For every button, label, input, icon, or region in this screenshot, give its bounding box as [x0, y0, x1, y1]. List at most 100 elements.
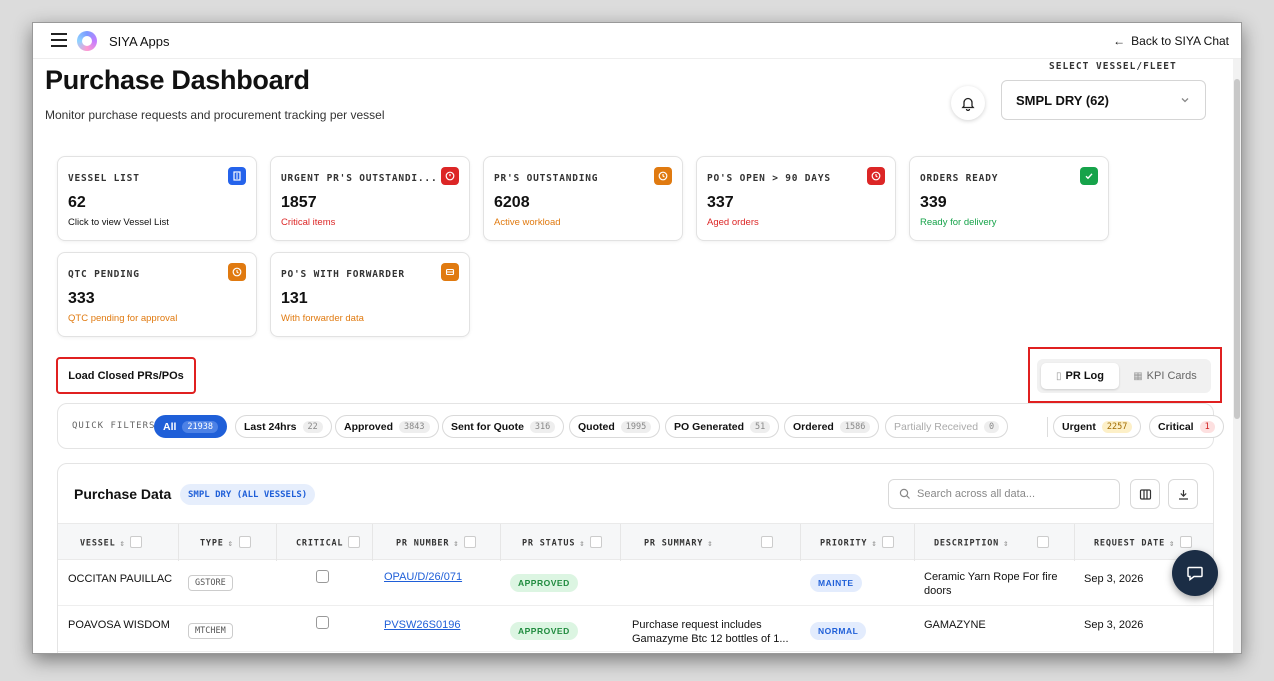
filter-chip-quoted[interactable]: Quoted 1995: [569, 415, 661, 438]
summary-line: Purchase request includes: [632, 619, 762, 631]
filter-chip-partially-received[interactable]: Partially Received 0: [885, 415, 1009, 438]
filter-chip-sent-for-quote[interactable]: Sent for Quote 316: [442, 415, 565, 438]
kpi-value: 131: [281, 290, 308, 307]
kpi-title: PR'S OUTSTANDING: [494, 173, 599, 184]
table-row[interactable]: POAVOSA WISDOM MTCHEM PVSW26S0196 APPROV…: [58, 606, 1213, 652]
chip-count: 1995: [620, 420, 652, 433]
kpi-value: 6208: [494, 194, 530, 211]
priority-badge: MAINTE: [810, 574, 862, 592]
column-menu-icon[interactable]: [882, 536, 895, 548]
filter-icon[interactable]: [1179, 536, 1192, 548]
download-icon: [1178, 489, 1188, 500]
pr-number-link[interactable]: OPAU/D/26/071: [384, 570, 462, 584]
kpi-title: QTC PENDING: [68, 269, 140, 280]
top-bar: SIYA Apps ← Back to SIYA Chat: [33, 23, 1241, 59]
kpi-sub: With forwarder data: [281, 313, 364, 324]
pr-number-link[interactable]: PVSW26S0196: [384, 618, 460, 632]
sort-icon: ⇕: [707, 538, 714, 549]
critical-checkbox[interactable]: [316, 616, 329, 629]
filter-icon[interactable]: [464, 536, 477, 548]
sort-icon: ⇕: [453, 538, 460, 549]
filter-chip-approved[interactable]: Approved 3843: [335, 415, 439, 438]
pr-log-tab[interactable]: ▯ PR Log: [1041, 363, 1119, 389]
alert-circle-icon: [867, 167, 885, 185]
siya-logo-icon: [77, 31, 97, 51]
col-request-date[interactable]: REQUEST DATE ⇕: [1094, 536, 1192, 549]
chip-label: Critical: [1158, 420, 1194, 433]
kpi-sub: Click to view Vessel List: [68, 217, 169, 228]
chip-label: Last 24hrs: [244, 420, 297, 433]
kpi-cards-label: KPI Cards: [1146, 370, 1197, 382]
filter-chip-urgent[interactable]: Urgent 2257: [1053, 415, 1142, 438]
scrollbar-thumb[interactable]: [1234, 79, 1240, 419]
kpi-title: URGENT PR'S OUTSTANDI...: [281, 173, 438, 184]
filter-chip-po-generated[interactable]: PO Generated 51: [665, 415, 780, 438]
status-badge: APPROVED: [510, 622, 578, 640]
columns-toggle-button[interactable]: [1130, 479, 1160, 509]
col-pr-summary[interactable]: PR SUMMARY ⇕: [644, 536, 774, 549]
kpi-card-urgent-prs[interactable]: URGENT PR'S OUTSTANDI... 1857 Critical i…: [270, 156, 470, 241]
kpi-card-orders-ready[interactable]: ORDERS READY 339 Ready for delivery: [909, 156, 1109, 241]
col-description[interactable]: DESCRIPTION ⇕: [934, 536, 1050, 549]
hamburger-menu-icon[interactable]: [51, 33, 67, 47]
type-tag: GSTORE: [188, 575, 233, 591]
notification-bell-icon[interactable]: [951, 86, 985, 120]
filter-chip-ordered[interactable]: Ordered 1586: [784, 415, 880, 438]
col-vessel[interactable]: VESSEL ⇕: [80, 536, 143, 549]
cell-description: Ceramic Yarn Rope For fire doors: [924, 570, 1074, 598]
table-icon: [441, 263, 459, 281]
back-to-chat-link[interactable]: ← Back to SIYA Chat: [1113, 34, 1229, 48]
filter-chip-all[interactable]: All 21938: [154, 415, 228, 438]
kpi-sub: Critical items: [281, 217, 336, 228]
kpi-cards-tab[interactable]: ▦ KPI Cards: [1123, 363, 1207, 389]
kpi-title: PO'S OPEN > 90 DAYS: [707, 173, 831, 184]
sort-icon: ⇕: [227, 538, 234, 549]
chat-bubble-icon: [1187, 566, 1203, 581]
vessel-fleet-select[interactable]: SMPL DRY (62): [1001, 80, 1206, 120]
filter-icon[interactable]: [1037, 536, 1050, 548]
download-button[interactable]: [1168, 479, 1198, 509]
column-menu-icon[interactable]: [348, 536, 361, 548]
search-input[interactable]: Search across all data...: [888, 479, 1120, 509]
chip-label: PO Generated: [674, 420, 745, 433]
chip-label: Urgent: [1062, 420, 1096, 433]
column-menu-icon[interactable]: [590, 536, 603, 548]
chip-count: 1: [1199, 420, 1215, 433]
kpi-card-pos-open-90[interactable]: PO'S OPEN > 90 DAYS 337 Aged orders: [696, 156, 896, 241]
kpi-card-pos-with-forwarder[interactable]: PO'S WITH FORWARDER 131 With forwarder d…: [270, 252, 470, 337]
filter-icon[interactable]: [761, 536, 774, 548]
filter-chip-last-24hrs[interactable]: Last 24hrs 22: [235, 415, 332, 438]
building-icon: [228, 167, 246, 185]
purchase-data-title: Purchase Data: [74, 486, 172, 502]
load-closed-button[interactable]: Load Closed PRs/POs: [56, 357, 196, 394]
scrollbar[interactable]: [1233, 59, 1241, 653]
filter-divider: [1047, 417, 1048, 437]
column-menu-icon[interactable]: [238, 536, 251, 548]
description-line: Ceramic Yarn Rope For fire: [924, 571, 1058, 583]
kpi-card-qtc-pending[interactable]: QTC PENDING 333 QTC pending for approval: [57, 252, 257, 337]
col-label: DESCRIPTION: [934, 538, 1000, 549]
cell-vessel: OCCITAN PAUILLAC: [68, 573, 173, 585]
view-toggle: ▯ PR Log ▦ KPI Cards: [1037, 359, 1211, 393]
col-pr-status[interactable]: PR STATUS ⇕: [522, 536, 603, 549]
col-priority[interactable]: PRIORITY ⇕: [820, 536, 895, 549]
search-placeholder: Search across all data...: [917, 488, 1036, 500]
col-type[interactable]: TYPE ⇕: [200, 536, 251, 549]
arrow-left-icon: ←: [1113, 34, 1126, 48]
filter-chip-critical[interactable]: Critical 1: [1149, 415, 1224, 438]
critical-checkbox[interactable]: [316, 570, 329, 583]
column-menu-icon[interactable]: [130, 536, 143, 548]
quick-filters-label: QUICK FILTERS: [72, 421, 156, 431]
col-pr-number[interactable]: PR NUMBER ⇕: [396, 536, 477, 549]
kpi-card-vessel-list[interactable]: VESSEL LIST 62 Click to view Vessel List: [57, 156, 257, 241]
column-divider: [800, 524, 801, 561]
column-divider: [914, 524, 915, 561]
table-row[interactable]: OCCITAN PAUILLAC GSTORE OPAU/D/26/071 AP…: [58, 560, 1213, 606]
col-critical[interactable]: CRITICAL: [296, 536, 361, 549]
chat-fab-button[interactable]: [1172, 550, 1218, 596]
col-label: PRIORITY: [820, 538, 868, 549]
kpi-value: 1857: [281, 194, 317, 211]
cell-request-date: Sep 3, 2026: [1084, 573, 1144, 585]
kpi-card-prs-outstanding[interactable]: PR'S OUTSTANDING 6208 Active workload: [483, 156, 683, 241]
chip-count: 21938: [182, 420, 219, 433]
